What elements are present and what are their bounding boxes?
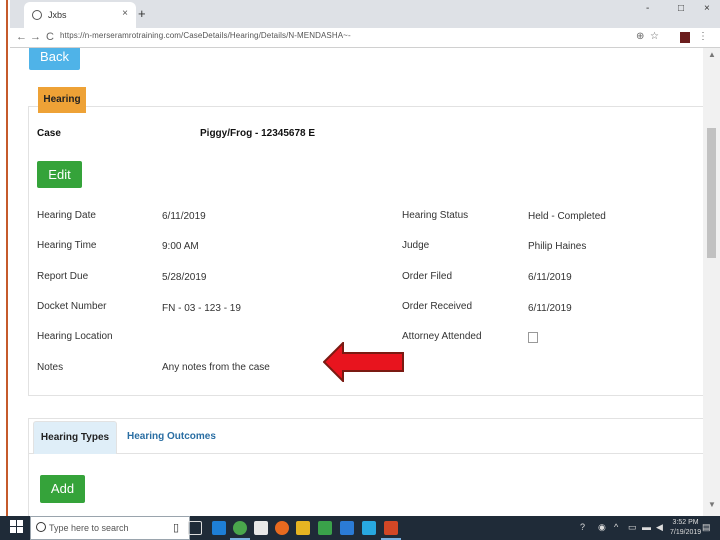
- battery-icon[interactable]: ▬: [642, 522, 651, 532]
- order-received-value: 6/11/2019: [528, 303, 572, 314]
- new-tab-button[interactable]: +: [138, 6, 146, 21]
- store-icon[interactable]: [254, 521, 268, 535]
- scrollbar-thumb[interactable]: [707, 128, 716, 258]
- hearing-time-label: Hearing Time: [37, 240, 97, 251]
- hearing-date-value: 6/11/2019: [162, 211, 206, 222]
- tab-hearing-outcomes[interactable]: Hearing Outcomes: [127, 421, 216, 454]
- hearing-tabs-panel: Hearing Types Hearing Outcomes: [28, 418, 710, 516]
- judge-label: Judge: [402, 240, 430, 251]
- red-arrow-annotation: [323, 342, 404, 382]
- hearing-panel-title: Hearing: [38, 87, 86, 113]
- tab-close-icon[interactable]: ×: [122, 8, 128, 19]
- page-viewport: Back Hearing Case Piggy/Frog - 12345678 …: [10, 48, 710, 516]
- order-filed-value: 6/11/2019: [528, 272, 572, 283]
- skype-icon[interactable]: [362, 521, 376, 535]
- windows-taskbar: Type here to search ▯ ? ◉ ^ ▭ ▬ ◀ 3:52 P…: [0, 516, 720, 540]
- taskbar-search-placeholder: Type here to search: [49, 523, 129, 533]
- hearing-status-value: Held - Completed: [528, 211, 606, 222]
- maximize-button[interactable]: □: [678, 3, 684, 14]
- attorney-attended-checkbox[interactable]: [528, 332, 538, 343]
- volume-icon[interactable]: ◀: [656, 522, 663, 533]
- order-filed-label: Order Filed: [402, 271, 453, 282]
- forward-nav-icon[interactable]: →: [30, 31, 41, 43]
- url-field[interactable]: https://n-merseramrotraining.com/CaseDet…: [60, 31, 351, 40]
- report-due-value: 5/28/2019: [162, 272, 207, 283]
- task-view-icon[interactable]: [188, 521, 202, 535]
- back-nav-icon[interactable]: ←: [16, 31, 27, 43]
- outlook-icon[interactable]: [340, 521, 354, 535]
- screen: Jxbs × + - □ × ← → C https://n-merseramr…: [0, 0, 720, 540]
- taskbar-search-input[interactable]: Type here to search ▯: [30, 516, 190, 540]
- file-explorer-icon[interactable]: [296, 521, 310, 535]
- case-label: Case: [37, 128, 61, 139]
- scroll-up-icon[interactable]: ▲: [708, 50, 716, 59]
- firefox-icon[interactable]: [275, 521, 289, 535]
- help-icon[interactable]: ?: [580, 522, 585, 532]
- browser-titlebar: Jxbs × + - □ ×: [10, 0, 720, 28]
- case-value: Piggy/Frog - 12345678 E: [200, 128, 316, 139]
- left-edge: [0, 0, 8, 516]
- chrome-icon[interactable]: [233, 521, 247, 535]
- people-icon[interactable]: ◉: [598, 522, 606, 533]
- page-scrollbar[interactable]: ▲ ▼: [703, 48, 720, 516]
- network-icon[interactable]: ▭: [628, 522, 637, 533]
- windows-start-icon[interactable]: [10, 520, 24, 534]
- hearing-time-value: 9:00 AM: [162, 241, 199, 252]
- hearing-date-label: Hearing Date: [37, 210, 96, 221]
- microphone-icon[interactable]: ▯: [173, 521, 179, 534]
- hearing-status-label: Hearing Status: [402, 210, 469, 221]
- attorney-attended-label: Attorney Attended: [402, 331, 482, 342]
- tab-title: Jxbs: [48, 10, 67, 20]
- tray-chevron-icon[interactable]: ^: [614, 522, 618, 532]
- clock-time: 3:52 PM: [672, 519, 699, 526]
- address-bar: ← → C https://n-merseramrotraining.com/C…: [10, 28, 720, 48]
- notifications-icon[interactable]: ▤: [702, 522, 711, 533]
- browser-menu-icon[interactable]: ⋮: [698, 31, 708, 42]
- clock-date: 7/19/2019: [670, 529, 702, 536]
- reload-icon[interactable]: C: [46, 31, 54, 43]
- hearing-location-label: Hearing Location: [37, 331, 113, 342]
- close-window-button[interactable]: ×: [704, 3, 710, 14]
- report-due-label: Report Due: [37, 271, 89, 282]
- powerpoint-icon[interactable]: [384, 521, 398, 535]
- scroll-down-icon[interactable]: ▼: [708, 500, 716, 509]
- notes-value: Any notes from the case: [162, 362, 270, 373]
- extension-icon[interactable]: [680, 32, 690, 43]
- docket-number-label: Docket Number: [37, 301, 107, 312]
- judge-value: Philip Haines: [528, 241, 587, 252]
- bookmark-star-icon[interactable]: ☆: [650, 31, 659, 42]
- edit-button[interactable]: Edit: [37, 161, 82, 188]
- notes-label: Notes: [37, 362, 64, 373]
- search-icon: [36, 522, 46, 532]
- docket-number-value: FN - 03 - 123 - 19: [162, 303, 241, 314]
- excel-icon[interactable]: [318, 521, 332, 535]
- taskbar-clock[interactable]: 3:52 PM 7/19/2019: [670, 518, 701, 538]
- order-received-label: Order Received: [402, 301, 473, 312]
- back-button[interactable]: Back: [29, 48, 80, 70]
- minimize-button[interactable]: -: [646, 3, 649, 14]
- edge-browser-icon[interactable]: [212, 521, 226, 535]
- zoom-icon[interactable]: ⊕: [636, 31, 644, 42]
- add-button[interactable]: Add: [40, 475, 85, 503]
- browser-tab[interactable]: Jxbs ×: [24, 2, 136, 28]
- tab-favicon-icon: [32, 10, 42, 20]
- tab-hearing-types[interactable]: Hearing Types: [33, 421, 117, 454]
